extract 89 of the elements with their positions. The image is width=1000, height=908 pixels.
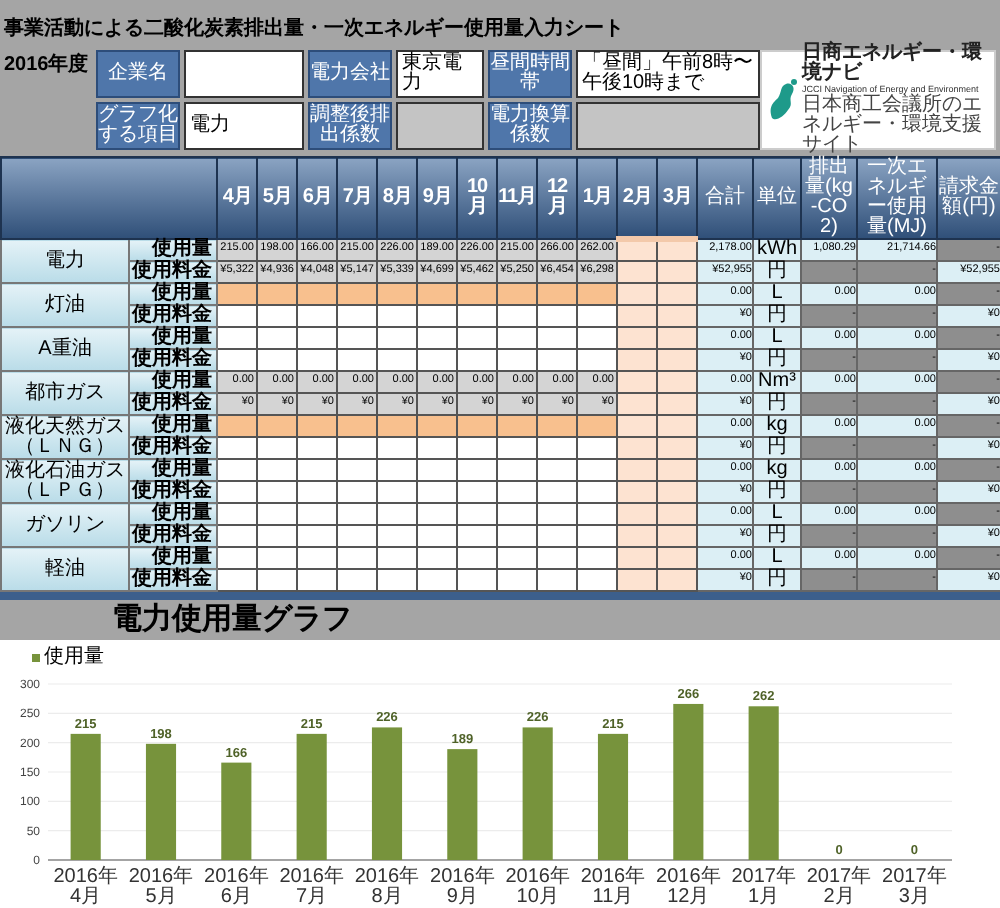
axis-label: 2016年7月 — [277, 868, 346, 908]
axis-label: 2016年12月 — [654, 868, 723, 908]
bar — [296, 733, 327, 860]
column-header: 10月 — [457, 157, 497, 239]
sheet-title: 事業活動による二酸化炭素排出量・一次エネルギー使用量入力シート — [4, 18, 624, 40]
row-header: 液化天然ガス（ＬＮＧ） — [1, 415, 129, 459]
table-cell: 円 — [753, 349, 801, 371]
logo-title: 日商エネルギー・環境ナビ — [802, 44, 984, 84]
axis-label: 2016年4月 — [51, 868, 120, 908]
bar — [70, 733, 101, 860]
column-header: 4月 — [217, 157, 257, 239]
fiscal-year: 2016年度 — [4, 50, 89, 76]
row-label: 使用量 — [129, 459, 217, 481]
row-label: 使用料金 — [129, 349, 217, 371]
column-header: 排出量(kg-CO2) — [801, 157, 857, 239]
table-cell: 円 — [753, 525, 801, 547]
text-field[interactable]: 「昼間」午前8時〜午後10時まで — [576, 50, 760, 98]
column-header: 8月 — [377, 157, 417, 239]
text-field[interactable]: 東京電力 — [396, 50, 484, 98]
row-header: A重油 — [1, 327, 129, 371]
table-cell: 円 — [753, 261, 801, 283]
row-label: 使用料金 — [129, 525, 217, 547]
table-cell: 円 — [753, 393, 801, 415]
bar — [522, 727, 553, 860]
axis-label: 2017年1月 — [729, 868, 798, 908]
bar — [447, 749, 478, 860]
row-label: 使用量 — [129, 239, 217, 261]
axis-label: 2016年6月 — [202, 868, 271, 908]
row-label: 使用料金 — [129, 437, 217, 459]
axis-label: 2016年5月 — [126, 868, 196, 908]
row-header: 灯油 — [1, 283, 129, 327]
text-field[interactable]: 電力 — [184, 102, 304, 150]
field-label: 電力換算係数 — [488, 102, 572, 150]
row-header: 液化石油ガス（ＬＰＧ） — [1, 459, 129, 503]
legend-label: 使用量 — [44, 648, 104, 668]
graph-heading: 電力使用量グラフ — [112, 604, 352, 635]
column-header: 7月 — [337, 157, 377, 239]
text-field[interactable] — [396, 102, 484, 150]
axis-label: 2017年3月 — [880, 868, 949, 908]
legend-swatch-icon — [32, 654, 40, 662]
column-header: 請求金額(円) — [937, 157, 1000, 239]
column-header: 5月 — [257, 157, 297, 239]
row-label: 使用料金 — [129, 481, 217, 503]
row-header: 電力 — [1, 239, 129, 283]
table-cell: 円 — [753, 305, 801, 327]
column-header: 9月 — [417, 157, 457, 239]
row-header: ガソリン — [1, 503, 129, 547]
column-header: 単位 — [753, 157, 801, 239]
splash-logo-icon — [766, 78, 798, 122]
axis-label: 2016年8月 — [352, 868, 422, 908]
axis-label: 2016年11月 — [578, 868, 648, 908]
axis-label: 2016年10月 — [503, 868, 572, 908]
column-header: 3月 — [657, 157, 697, 239]
row-label: 使用料金 — [129, 305, 217, 327]
bar — [145, 743, 177, 860]
row-label: 使用量 — [129, 371, 217, 393]
field-label: 昼間時間帯 — [488, 50, 572, 98]
field-label: 企業名 — [96, 50, 180, 98]
row-label: 使用量 — [129, 283, 217, 305]
column-header: 2月 — [617, 157, 657, 239]
row-label: 使用料金 — [129, 261, 217, 283]
field-label: 調整後排出係数 — [308, 102, 392, 150]
row-header: 軽油 — [1, 547, 129, 591]
row-label: 使用量 — [129, 503, 217, 525]
column-header: 6月 — [297, 157, 337, 239]
axis-label: 2017年2月 — [804, 868, 874, 908]
column-header: 12月 — [537, 157, 577, 239]
row-label: 使用料金 — [129, 569, 217, 591]
bar — [597, 733, 629, 860]
column-header: 合計 — [697, 157, 753, 239]
row-label: 使用量 — [129, 547, 217, 569]
bar — [371, 727, 403, 860]
row-header: 都市ガス — [1, 371, 129, 415]
logo-subtitle: 日本商工会議所のエネルギー・環境支援サイト — [802, 96, 984, 156]
field-label: 電力会社 — [308, 50, 392, 98]
column-header: 一次エネルギー使用量(MJ) — [857, 157, 937, 239]
text-field[interactable] — [576, 102, 760, 150]
table-cell: 円 — [753, 481, 801, 503]
table-cell: 円 — [753, 569, 801, 591]
table-cell: 円 — [753, 437, 801, 459]
column-header: 1月 — [577, 157, 617, 239]
row-label: 使用料金 — [129, 393, 217, 415]
row-label: 使用量 — [129, 327, 217, 349]
bar — [221, 762, 252, 860]
axis-label: 2016年9月 — [428, 868, 497, 908]
column-header: 11月 — [497, 157, 537, 239]
row-label: 使用量 — [129, 415, 217, 437]
text-field[interactable] — [184, 50, 304, 98]
field-label: グラフ化する項目 — [96, 102, 180, 150]
